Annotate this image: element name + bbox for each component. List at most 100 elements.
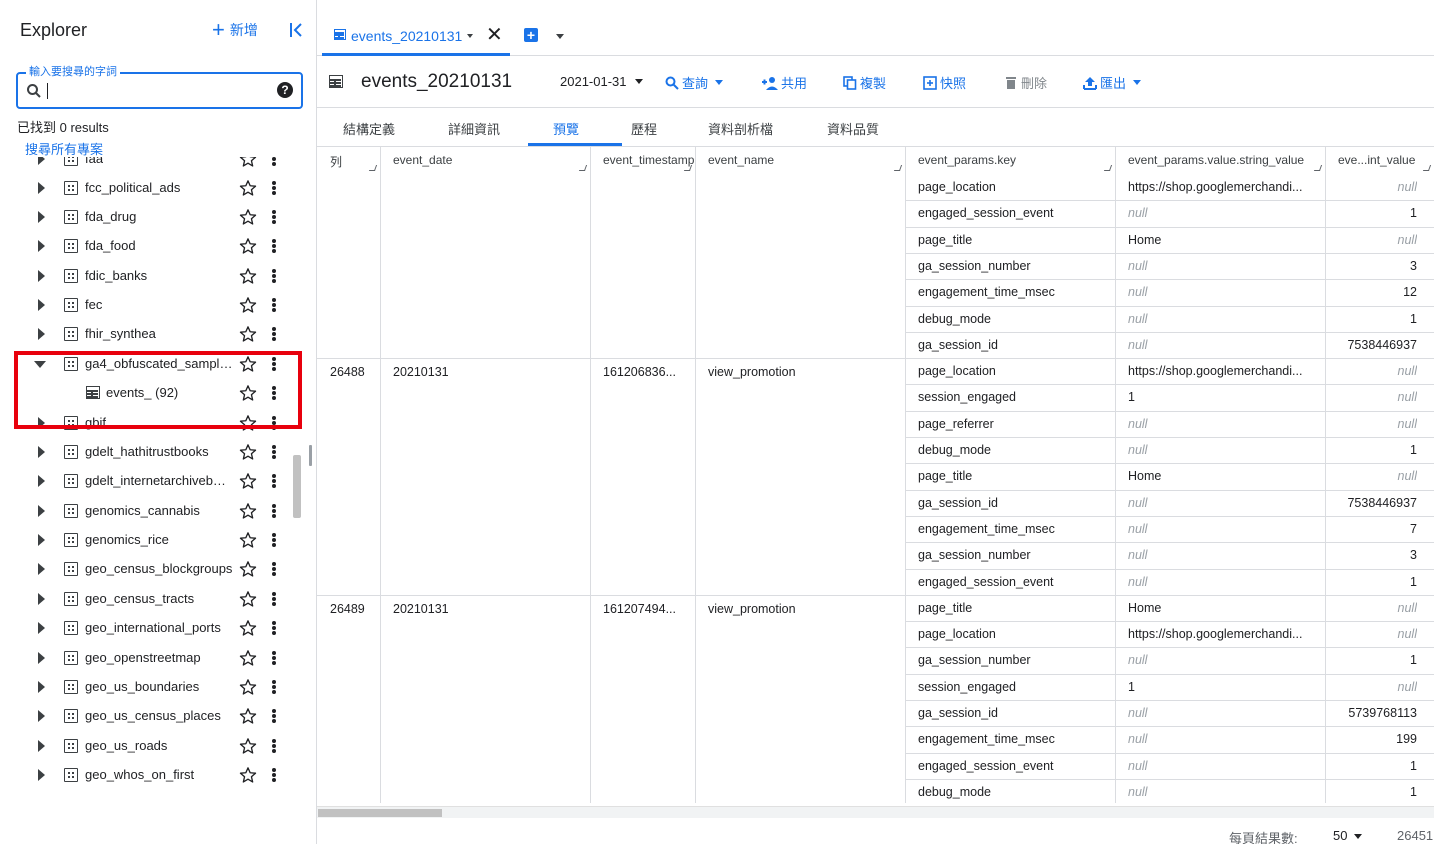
caret-right-icon[interactable] (36, 709, 46, 722)
more-vert-icon[interactable] (270, 678, 278, 696)
dataset-item[interactable]: geo_us_census_places (0, 701, 300, 730)
tab-details[interactable]: 詳細資訊 (448, 119, 500, 138)
more-vert-icon[interactable] (270, 179, 278, 197)
star-icon[interactable] (239, 237, 257, 255)
dataset-item[interactable]: fec (0, 290, 300, 319)
more-vert-icon[interactable] (270, 531, 278, 549)
caret-right-icon[interactable] (36, 298, 46, 311)
resize-icon[interactable] (578, 165, 588, 171)
explorer-scrollbar[interactable] (293, 455, 301, 518)
star-icon[interactable] (239, 443, 257, 461)
resize-icon[interactable] (683, 165, 693, 171)
column-header[interactable]: event_params.value.string_value (1115, 147, 1325, 174)
date-selector[interactable]: 2021-01-31 (560, 74, 627, 89)
caret-right-icon[interactable] (36, 739, 46, 752)
star-icon[interactable] (239, 179, 257, 197)
more-vert-icon[interactable] (270, 208, 278, 226)
star-icon[interactable] (239, 737, 257, 755)
more-vert-icon[interactable] (270, 237, 278, 255)
share-button[interactable]: 共用 (761, 73, 807, 92)
dataset-item[interactable]: fda_drug (0, 202, 300, 231)
dataset-item[interactable]: geo_openstreetmap (0, 643, 300, 672)
tab-data-profile[interactable]: 資料剖析檔 (708, 119, 773, 138)
star-icon[interactable] (239, 678, 257, 696)
more-vert-icon[interactable] (270, 590, 278, 608)
dataset-item[interactable]: genomics_cannabis (0, 496, 300, 525)
more-vert-icon[interactable] (270, 296, 278, 314)
resize-icon[interactable] (1422, 165, 1432, 171)
chevron-down-icon[interactable] (635, 79, 643, 84)
query-button[interactable]: 查詢 (665, 73, 724, 92)
star-icon[interactable] (239, 267, 257, 285)
more-vert-icon[interactable] (270, 443, 278, 461)
collapse-panel-icon[interactable] (288, 20, 306, 40)
caret-right-icon[interactable] (36, 621, 46, 634)
more-vert-icon[interactable] (270, 157, 278, 168)
search-input[interactable] (46, 80, 266, 102)
dataset-item[interactable]: fdic_banks (0, 261, 300, 290)
more-vert-icon[interactable] (270, 737, 278, 755)
column-header[interactable]: event_date (380, 147, 590, 174)
dataset-item[interactable]: geo_census_tracts (0, 584, 300, 613)
close-icon[interactable]: ✕ (486, 25, 503, 45)
star-icon[interactable] (239, 157, 257, 168)
dataset-item[interactable]: fcc_political_ads (0, 173, 300, 202)
caret-right-icon[interactable] (36, 157, 46, 165)
column-header[interactable]: event_timestamp (590, 147, 695, 174)
dataset-item[interactable]: geo_whos_on_first (0, 760, 300, 789)
more-vert-icon[interactable] (270, 325, 278, 343)
column-header[interactable]: eve...int_value (1325, 147, 1434, 174)
caret-right-icon[interactable] (36, 474, 46, 487)
delete-button[interactable]: 刪除 (1004, 73, 1047, 92)
caret-right-icon[interactable] (36, 562, 46, 575)
column-header[interactable]: 列 (317, 147, 380, 174)
more-vert-icon[interactable] (270, 502, 278, 520)
tab-lineage[interactable]: 歷程 (631, 119, 657, 138)
star-icon[interactable] (239, 766, 257, 784)
caret-right-icon[interactable] (36, 239, 46, 252)
tab-schema[interactable]: 結構定義 (343, 119, 395, 138)
resize-icon[interactable] (1103, 165, 1113, 171)
star-icon[interactable] (239, 707, 257, 725)
tab-menu-icon[interactable] (467, 34, 473, 38)
panel-resize-handle[interactable] (309, 445, 312, 466)
dataset-item[interactable]: geo_us_boundaries (0, 672, 300, 701)
column-header[interactable]: event_name (695, 147, 905, 174)
copy-button[interactable]: 複製 (843, 73, 886, 92)
dataset-item[interactable]: genomics_rice (0, 525, 300, 554)
star-icon[interactable] (239, 502, 257, 520)
tab-data-quality[interactable]: 資料品質 (827, 119, 879, 138)
per-page-select[interactable]: 50 (1333, 828, 1347, 843)
star-icon[interactable] (239, 325, 257, 343)
more-vert-icon[interactable] (270, 472, 278, 490)
more-vert-icon[interactable] (270, 560, 278, 578)
dataset-item[interactable]: geo_international_ports (0, 613, 300, 642)
caret-right-icon[interactable] (36, 445, 46, 458)
add-data-button[interactable]: + 新增 (212, 19, 258, 41)
star-icon[interactable] (239, 590, 257, 608)
tab-events[interactable]: events_20210131 ✕ (322, 17, 510, 56)
caret-right-icon[interactable] (36, 504, 46, 517)
dataset-item[interactable]: fhir_synthea (0, 319, 300, 348)
star-icon[interactable] (239, 649, 257, 667)
dataset-item[interactable]: geo_us_roads (0, 731, 300, 760)
dataset-item[interactable]: gdelt_hathitrustbooks (0, 437, 300, 466)
more-tabs-icon[interactable] (556, 34, 564, 39)
export-button[interactable]: 匯出 (1083, 73, 1142, 92)
dataset-item[interactable]: geo_census_blockgroups (0, 554, 300, 583)
caret-right-icon[interactable] (36, 592, 46, 605)
dataset-item[interactable]: faa (0, 157, 300, 173)
column-header[interactable]: event_params.key (905, 147, 1115, 174)
star-icon[interactable] (239, 472, 257, 490)
caret-right-icon[interactable] (36, 181, 46, 194)
more-vert-icon[interactable] (270, 619, 278, 637)
star-icon[interactable] (239, 619, 257, 637)
snapshot-button[interactable]: 快照 (923, 73, 966, 92)
star-icon[interactable] (239, 296, 257, 314)
help-icon[interactable]: ? (277, 82, 293, 98)
caret-right-icon[interactable] (36, 210, 46, 223)
more-vert-icon[interactable] (270, 267, 278, 285)
search-field[interactable]: 輸入要搜尋的字詞 ? (16, 66, 303, 109)
caret-right-icon[interactable] (36, 327, 46, 340)
resize-icon[interactable] (1313, 165, 1323, 171)
